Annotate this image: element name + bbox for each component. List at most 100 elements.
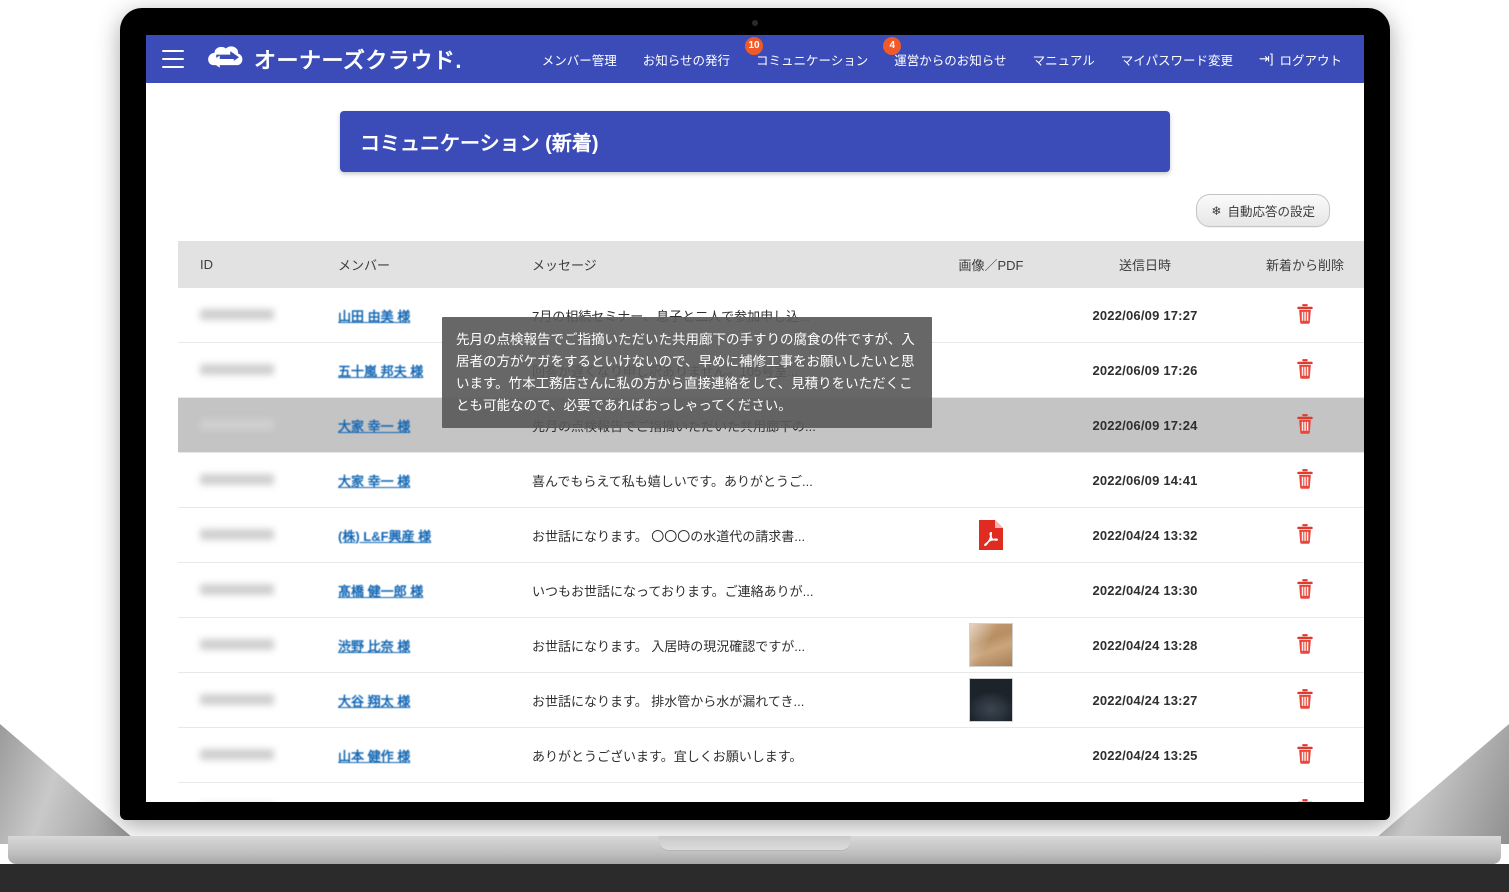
screenshot-stage: オーナーズクラウド. メンバー管理 お知らせの発行 10 コミュニケーション 4… bbox=[0, 0, 1509, 892]
member-id-redacted: 000000 bbox=[200, 584, 274, 595]
delete-icon[interactable] bbox=[1296, 744, 1314, 764]
table-row[interactable]: 000000山田 由美 様今週末土曜日、15時以降で来ていただくことは...20… bbox=[178, 783, 1364, 803]
desk-shadow-left bbox=[0, 724, 140, 844]
message-preview-tooltip: 先月の点検報告でご指摘いただいた共用廊下の手すりの腐食の件ですが、入居者の方がケ… bbox=[442, 317, 932, 428]
member-id-redacted: 000000 bbox=[200, 309, 274, 320]
table-row[interactable]: 000000髙橋 健一郎 様いつもお世話になっております。ご連絡ありが...20… bbox=[178, 563, 1364, 618]
delete-icon[interactable] bbox=[1296, 799, 1314, 803]
operator-notice-badge: 4 bbox=[883, 37, 901, 55]
message-preview-text: 喜んでもらえて私も嬉しいです。ありがとうご... bbox=[532, 474, 813, 489]
table-row[interactable]: 000000渋野 比奈 様お世話になります。 入居時の現況確認ですが...202… bbox=[178, 618, 1364, 673]
th-member: メンバー bbox=[328, 241, 508, 288]
delete-icon[interactable] bbox=[1296, 634, 1314, 654]
th-date: 送信日時 bbox=[1060, 241, 1230, 288]
cell-sent-datetime: 2022/04/24 13:28 bbox=[1060, 618, 1230, 673]
cell-message[interactable]: お世話になります。 〇〇〇の水道代の請求書... bbox=[508, 508, 922, 563]
message-preview-text: ありがとうございます。宜しくお願いします。 bbox=[532, 749, 802, 764]
th-delete: 新着から削除 bbox=[1230, 241, 1364, 288]
delete-icon[interactable] bbox=[1296, 579, 1314, 599]
member-name-link[interactable]: 山田 由美 様 bbox=[338, 309, 410, 324]
member-name-link[interactable]: 渋野 比奈 様 bbox=[338, 639, 410, 654]
cell-attachment bbox=[922, 563, 1060, 618]
nav-item-manual[interactable]: マニュアル bbox=[1033, 50, 1095, 69]
delete-icon[interactable] bbox=[1296, 524, 1314, 544]
message-preview-text: お世話になります。 排水管から水が漏れてき... bbox=[532, 694, 804, 709]
member-id-redacted: 000000 bbox=[200, 749, 274, 760]
cell-member: 髙橋 健一郎 様 bbox=[328, 563, 508, 618]
nav-item-announcement[interactable]: お知らせの発行 bbox=[643, 50, 730, 69]
delete-icon[interactable] bbox=[1296, 359, 1314, 379]
table-row[interactable]: 000000大谷 翔太 様お世話になります。 排水管から水が漏れてき...202… bbox=[178, 673, 1364, 728]
delete-icon[interactable] bbox=[1296, 469, 1314, 489]
delete-icon[interactable] bbox=[1296, 304, 1314, 324]
attachment-thumbnail[interactable] bbox=[969, 623, 1013, 667]
cell-member: (株) L&F興産 様 bbox=[328, 508, 508, 563]
cell-message[interactable]: いつもお世話になっております。ご連絡ありが... bbox=[508, 563, 922, 618]
cell-delete bbox=[1230, 453, 1364, 508]
delete-icon[interactable] bbox=[1296, 689, 1314, 709]
top-navigation-bar: オーナーズクラウド. メンバー管理 お知らせの発行 10 コミュニケーション 4… bbox=[146, 35, 1364, 83]
nav-label: メンバー管理 bbox=[542, 50, 617, 69]
message-preview-text: いつもお世話になっております。ご連絡ありが... bbox=[532, 584, 814, 599]
member-name-link[interactable]: 大家 幸一 様 bbox=[338, 474, 410, 489]
page-content: コミュニケーション (新着) ❄ 自動応答の設定 ID メンバー メッセージ 画… bbox=[146, 83, 1364, 802]
cell-id: 000000 bbox=[178, 563, 328, 618]
browser-screen: オーナーズクラウド. メンバー管理 お知らせの発行 10 コミュニケーション 4… bbox=[146, 35, 1364, 802]
cell-sent-datetime: 2022/04/24 13:22 bbox=[1060, 783, 1230, 803]
nav-item-operator-notice[interactable]: 4 運営からのお知らせ bbox=[894, 50, 1006, 69]
cell-attachment bbox=[922, 673, 1060, 728]
cell-sent-datetime: 2022/06/09 17:24 bbox=[1060, 398, 1230, 453]
table-row[interactable]: 000000 大家 幸一 様 喜んでもらえて私も嬉しいです。ありがとうご... 202… bbox=[178, 453, 1364, 508]
member-id-redacted: 000000 bbox=[200, 474, 274, 485]
brand-logo-link[interactable]: オーナーズクラウド. bbox=[204, 43, 462, 75]
cell-id: 000000 bbox=[178, 508, 328, 563]
member-name-link[interactable]: 大家 幸一 様 bbox=[338, 419, 410, 434]
cell-sent-datetime: 2022/06/09 14:41 bbox=[1060, 453, 1230, 508]
communication-badge: 10 bbox=[745, 37, 763, 55]
cell-delete bbox=[1230, 508, 1364, 563]
nav-item-member-management[interactable]: メンバー管理 bbox=[542, 50, 617, 69]
hamburger-menu-icon[interactable] bbox=[162, 50, 184, 68]
cell-delete bbox=[1230, 343, 1364, 398]
brand-name: オーナーズクラウド. bbox=[254, 43, 462, 75]
nav-item-change-password[interactable]: マイパスワード変更 bbox=[1121, 50, 1233, 69]
cell-message[interactable]: ありがとうございます。宜しくお願いします。 bbox=[508, 728, 922, 783]
desk-surface bbox=[0, 864, 1509, 892]
th-file: 画像／PDF bbox=[922, 241, 1060, 288]
th-message: メッセージ bbox=[508, 241, 922, 288]
nav-label: ログアウト bbox=[1279, 50, 1342, 69]
cell-id: 000000 bbox=[178, 288, 328, 343]
member-name-link[interactable]: 山本 健作 様 bbox=[338, 749, 410, 764]
logout-icon: ⇥] bbox=[1259, 51, 1274, 67]
cell-id: 000000 bbox=[178, 728, 328, 783]
cell-delete bbox=[1230, 673, 1364, 728]
cell-member: 渋野 比奈 様 bbox=[328, 618, 508, 673]
delete-icon[interactable] bbox=[1296, 414, 1314, 434]
cell-message[interactable]: お世話になります。 入居時の現況確認ですが... bbox=[508, 618, 922, 673]
cell-message[interactable]: 喜んでもらえて私も嬉しいです。ありがとうご... bbox=[508, 453, 922, 508]
cell-message[interactable]: お世話になります。 排水管から水が漏れてき... bbox=[508, 673, 922, 728]
cell-sent-datetime: 2022/06/09 17:27 bbox=[1060, 288, 1230, 343]
nav-label: コミュニケーション bbox=[756, 50, 868, 69]
attachment-thumbnail[interactable] bbox=[969, 678, 1013, 722]
cell-delete bbox=[1230, 783, 1364, 803]
member-name-link[interactable]: 髙橋 健一郎 様 bbox=[338, 584, 423, 599]
nav-label: マイパスワード変更 bbox=[1121, 50, 1233, 69]
auto-reply-settings-button[interactable]: ❄ 自動応答の設定 bbox=[1196, 194, 1330, 227]
desk-shadow-right bbox=[1369, 724, 1509, 844]
member-name-link[interactable]: 大谷 翔太 様 bbox=[338, 694, 410, 709]
cell-attachment bbox=[922, 288, 1060, 343]
member-name-link[interactable]: 五十嵐 邦夫 様 bbox=[338, 364, 423, 379]
auto-reply-settings-label: 自動応答の設定 bbox=[1227, 201, 1315, 220]
cell-member: 大谷 翔太 様 bbox=[328, 673, 508, 728]
cell-message[interactable]: 今週末土曜日、15時以降で来ていただくことは... bbox=[508, 783, 922, 803]
messages-table-wrapper: ID メンバー メッセージ 画像／PDF 送信日時 新着から削除 000000山… bbox=[178, 241, 1332, 802]
table-row[interactable]: 000000山本 健作 様ありがとうございます。宜しくお願いします。2022/0… bbox=[178, 728, 1364, 783]
member-name-link[interactable]: (株) L&F興産 様 bbox=[338, 529, 431, 544]
table-row[interactable]: 000000 (株) L&F興産 様 お世話になります。 〇〇〇の水道代の請求書..… bbox=[178, 508, 1364, 563]
pdf-file-icon[interactable] bbox=[978, 519, 1004, 551]
member-id-redacted: 000000 bbox=[200, 529, 274, 540]
nav-item-logout[interactable]: ⇥] ログアウト bbox=[1259, 50, 1342, 69]
nav-label: マニュアル bbox=[1033, 50, 1095, 69]
nav-item-communication[interactable]: 10 コミュニケーション bbox=[756, 50, 868, 69]
